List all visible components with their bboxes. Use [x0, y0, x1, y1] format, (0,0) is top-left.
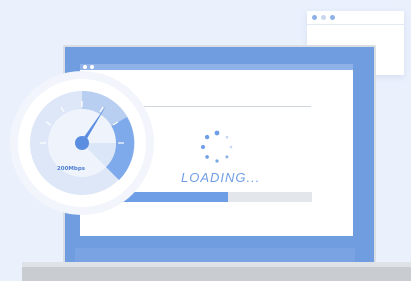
window-dot-icon	[330, 15, 335, 20]
loading-text: LOADING...	[181, 170, 261, 185]
window-title-bar	[307, 11, 404, 25]
window-dot-icon	[321, 15, 326, 20]
screen-dot-icon	[90, 65, 94, 69]
speedometer-icon	[10, 71, 154, 215]
laptop-base-edge	[22, 262, 411, 267]
speed-label: 200Mbps	[56, 166, 86, 172]
loading-spinner-icon	[201, 130, 233, 163]
window-dot-icon	[312, 15, 317, 20]
screen-dot-icon	[83, 65, 87, 69]
laptop-keyboard-deck	[75, 248, 355, 262]
